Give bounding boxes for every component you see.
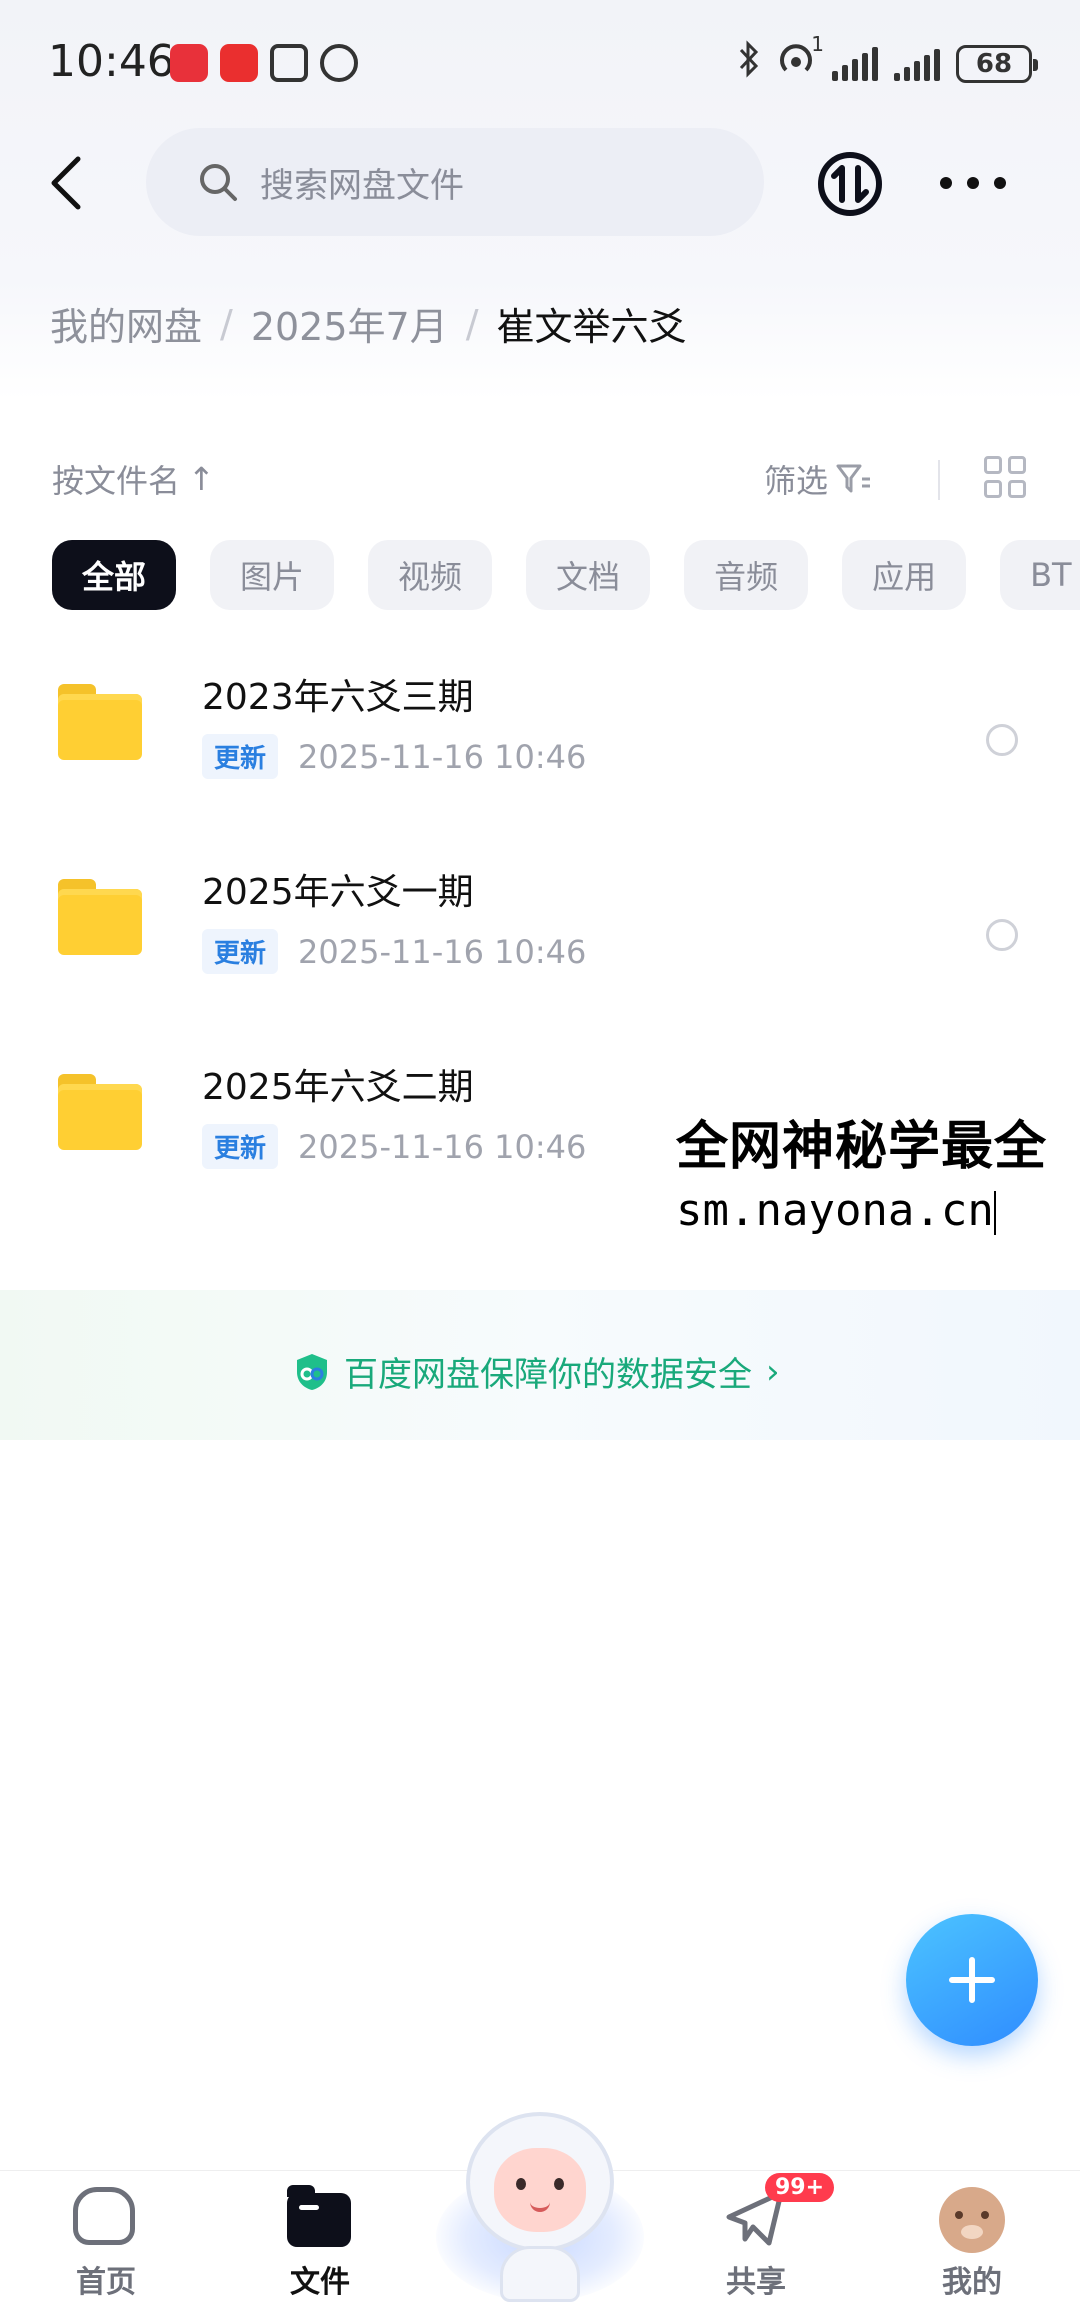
- folder-icon: [58, 684, 142, 760]
- tab-apps[interactable]: 应用: [842, 540, 967, 610]
- chevron-right-icon: ›: [766, 1351, 780, 1392]
- nav-mine[interactable]: 我的: [902, 2187, 1042, 2317]
- assistant-mascot-button[interactable]: [436, 2112, 644, 2312]
- header: 搜索网盘文件: [0, 128, 1080, 248]
- file-list-card: 按文件名 ↑ 筛选 全部 图片 视频 文档 音频 应用 BT 2023年六爻三期…: [0, 396, 1080, 2176]
- breadcrumb-root[interactable]: 我的网盘: [50, 296, 202, 351]
- file-time: 2025-11-16 10:46: [298, 932, 587, 971]
- file-name: 2025年六爻二期: [202, 1067, 474, 1108]
- grid-view-icon[interactable]: [984, 456, 1026, 498]
- search-icon: [198, 162, 238, 202]
- status-bar: 10:46 1 68: [0, 0, 1080, 130]
- nav-files[interactable]: 文件: [250, 2185, 390, 2317]
- breadcrumb: 我的网盘 / 2025年7月 / 崔文举六爻: [50, 296, 687, 351]
- breadcrumb-separator: /: [465, 301, 479, 346]
- more-icon: [940, 177, 952, 189]
- watermark-url-line: sm.nayona.cn: [676, 1185, 1080, 1236]
- search-input[interactable]: 搜索网盘文件: [146, 128, 764, 236]
- breadcrumb-month[interactable]: 2025年7月: [251, 296, 448, 351]
- watermark-title: 全网神秘学最全: [676, 1117, 1048, 1177]
- status-time: 10:46: [48, 36, 175, 87]
- nav-files-label: 文件: [290, 2265, 350, 2300]
- signal-icon-1: [832, 46, 878, 81]
- back-button[interactable]: [36, 148, 96, 218]
- watermark-url: sm.nayona.cn: [676, 1185, 994, 1236]
- sort-arrow-icon: ↑: [188, 460, 215, 498]
- shopping-app-icon: [170, 44, 208, 82]
- list-item[interactable]: 2023年六爻三期 更新 2025-11-16 10:46: [0, 646, 1080, 841]
- mail-app-icon: [220, 44, 258, 82]
- nav-home-label: 首页: [76, 2265, 136, 2300]
- nav-mine-label: 我的: [942, 2265, 1002, 2300]
- sort-toolbar: 按文件名 ↑ 筛选: [52, 450, 1032, 506]
- tab-bt[interactable]: BT: [1000, 540, 1080, 610]
- avatar: [939, 2187, 1005, 2253]
- tab-all[interactable]: 全部: [52, 540, 177, 610]
- breadcrumb-current: 崔文举六爻: [496, 305, 687, 349]
- plus-icon: [949, 1957, 995, 2003]
- mascot-face: [494, 2148, 586, 2232]
- status-app-icons: [170, 44, 358, 82]
- security-text: 百度网盘保障你的数据安全: [344, 1355, 752, 1395]
- select-checkbox[interactable]: [986, 724, 1018, 756]
- nav-home[interactable]: 首页: [36, 2187, 176, 2317]
- tab-audio[interactable]: 音频: [684, 540, 809, 610]
- more-button[interactable]: [940, 158, 1006, 208]
- sort-by-name-button[interactable]: 按文件名 ↑: [52, 456, 215, 502]
- file-time: 2025-11-16 10:46: [298, 737, 587, 776]
- share-badge: 99+: [765, 2173, 835, 2202]
- sync-icon: [818, 152, 882, 216]
- file-meta: 更新 2025-11-16 10:46: [202, 734, 586, 779]
- tab-documents[interactable]: 文档: [526, 540, 651, 610]
- divider: [938, 460, 940, 500]
- alarm-icon: [320, 44, 358, 82]
- nav-share-label: 共享: [726, 2265, 786, 2300]
- home-icon: [73, 2187, 139, 2249]
- share-icon: 99+: [723, 2173, 835, 2249]
- security-link[interactable]: 百度网盘保障你的数据安全 ›: [294, 1347, 780, 1396]
- back-icon: [51, 156, 81, 210]
- update-badge: 更新: [202, 1124, 279, 1169]
- watermark-overlay: 全网神秘学最全 sm.nayona.cn: [676, 1100, 1080, 1236]
- update-badge: 更新: [202, 734, 279, 779]
- bluetooth-icon: [738, 40, 760, 87]
- hotspot-icon: 1: [776, 32, 824, 87]
- shield-icon: [297, 1353, 327, 1390]
- hotspot-count: 1: [811, 32, 824, 56]
- folder-icon: [58, 1074, 142, 1150]
- list-item[interactable]: 2025年六爻一期 更新 2025-11-16 10:46: [0, 841, 1080, 1036]
- file-name: 2025年六爻一期: [202, 872, 474, 913]
- nav-share[interactable]: 99+ 共享: [686, 2173, 835, 2317]
- select-checkbox[interactable]: [986, 919, 1018, 951]
- update-badge: 更新: [202, 929, 279, 974]
- breadcrumb-separator: /: [220, 301, 233, 346]
- folder-icon: [58, 879, 142, 955]
- signal-icon-2: [894, 47, 940, 81]
- files-icon: [287, 2185, 353, 2249]
- filter-label: 筛选: [763, 462, 828, 500]
- filter-icon: [836, 464, 870, 493]
- search-placeholder: 搜索网盘文件: [260, 165, 464, 206]
- file-time: 2025-11-16 10:46: [298, 1127, 587, 1166]
- file-name: 2023年六爻三期: [202, 677, 474, 718]
- tab-videos[interactable]: 视频: [368, 540, 493, 610]
- file-meta: 更新 2025-11-16 10:46: [202, 929, 586, 974]
- file-meta: 更新 2025-11-16 10:46: [202, 1124, 586, 1169]
- filter-button[interactable]: 筛选: [764, 456, 872, 502]
- battery-icon: 68: [956, 44, 1038, 83]
- file-type-tabs: 全部 图片 视频 文档 音频 应用 BT: [52, 540, 1080, 610]
- status-indicators: 1 68: [738, 32, 1038, 87]
- tab-images[interactable]: 图片: [210, 540, 335, 610]
- nfc-icon: [270, 44, 308, 82]
- battery-level: 68: [975, 48, 1013, 79]
- sort-label: 按文件名: [52, 462, 181, 500]
- transfer-button[interactable]: [816, 150, 884, 218]
- add-button[interactable]: [906, 1914, 1038, 2046]
